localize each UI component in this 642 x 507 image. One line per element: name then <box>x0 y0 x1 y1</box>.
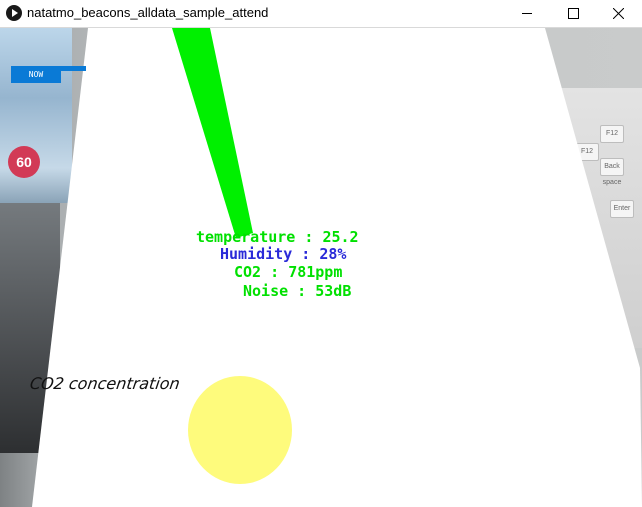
indicator-bar-shape <box>172 28 253 238</box>
co2-value: 781ppm <box>288 263 343 281</box>
co2-reading: CO2 : 781ppm <box>234 263 343 281</box>
title-bar: natatmo_beacons_alldata_sample_attend <box>0 0 642 28</box>
co2-concentration-label: CO2 concentration <box>28 374 182 393</box>
close-icon <box>613 8 624 19</box>
window-title: natatmo_beacons_alldata_sample_attend <box>27 5 269 20</box>
temperature-value: 25.2 <box>322 228 359 246</box>
now-indicator <box>61 66 86 71</box>
processing-app-icon <box>6 5 22 21</box>
temperature-label: temperature <box>196 228 296 246</box>
co2-concentration-circle <box>188 376 292 484</box>
humidity-reading: Humidity : 28% <box>220 245 347 263</box>
temperature-reading: temperature : 25.2 <box>196 228 359 246</box>
noise-reading: Noise : 53dB <box>243 282 352 300</box>
noise-value: 53dB <box>315 282 352 300</box>
humidity-label: Humidity <box>220 245 293 263</box>
noise-label: Noise <box>243 282 289 300</box>
sketch-canvas: 60 F12 F12 Back space Enter NOW temperat… <box>0 28 642 507</box>
co2-label: CO2 <box>234 263 262 281</box>
minimize-button[interactable] <box>504 0 550 27</box>
maximize-button[interactable] <box>550 0 596 27</box>
now-button[interactable]: NOW <box>11 66 61 83</box>
close-button[interactable] <box>596 0 642 27</box>
humidity-value: 28% <box>319 245 347 263</box>
